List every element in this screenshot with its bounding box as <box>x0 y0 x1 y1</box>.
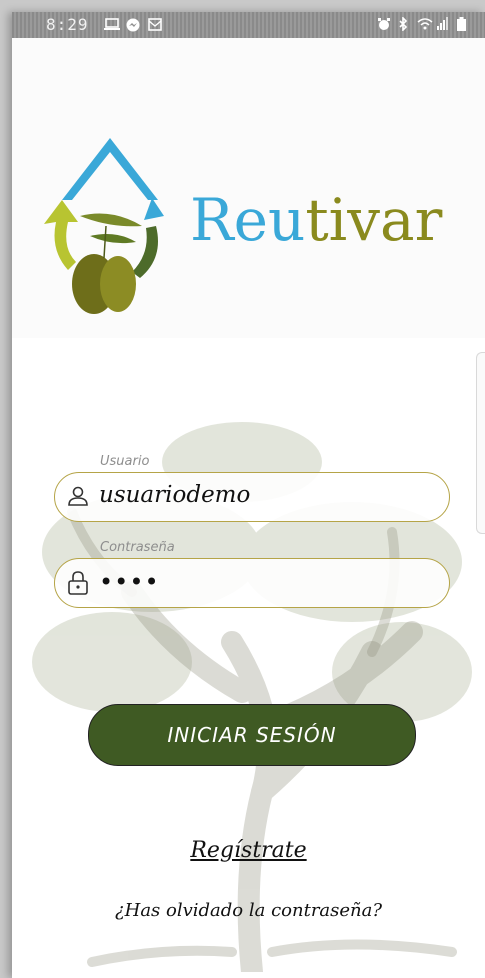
password-value: •••• <box>99 568 160 596</box>
register-link[interactable]: Regístrate <box>12 838 485 863</box>
lock-icon <box>67 571 89 599</box>
bluetooth-icon <box>397 17 411 31</box>
mail-icon <box>148 18 162 31</box>
user-icon <box>67 485 89 511</box>
status-left-icons <box>104 18 162 32</box>
username-value: usuariodemo <box>99 482 251 508</box>
status-right-icons <box>377 17 471 31</box>
messenger-icon <box>126 18 140 32</box>
app-screen: 8:29 Reutivar Usuario usuariodemo Contra… <box>12 12 485 978</box>
brand-name-part2: tivar <box>305 186 443 254</box>
side-scroll-handle[interactable] <box>476 352 485 534</box>
status-bar: 8:29 <box>12 12 485 38</box>
username-field[interactable]: usuariodemo <box>54 472 450 522</box>
username-label: Usuario <box>100 454 150 469</box>
brand-name: Reutivar <box>190 190 442 250</box>
login-button[interactable]: INICIAR SESIÓN <box>88 704 416 766</box>
forgot-password-link[interactable]: ¿Has olvidado la contraseña? <box>12 900 485 921</box>
alarm-icon <box>377 17 391 30</box>
brand-name-part1: Reu <box>190 186 306 254</box>
status-time: 8:29 <box>46 15 89 34</box>
logo-header: Reutivar <box>12 38 485 338</box>
password-label: Contraseña <box>100 540 175 555</box>
signal-icon <box>437 17 451 30</box>
reutivar-logo <box>32 138 172 322</box>
battery-icon <box>457 17 471 31</box>
wifi-icon <box>417 17 433 30</box>
laptop-icon <box>104 18 120 31</box>
password-field[interactable]: •••• <box>54 558 450 608</box>
